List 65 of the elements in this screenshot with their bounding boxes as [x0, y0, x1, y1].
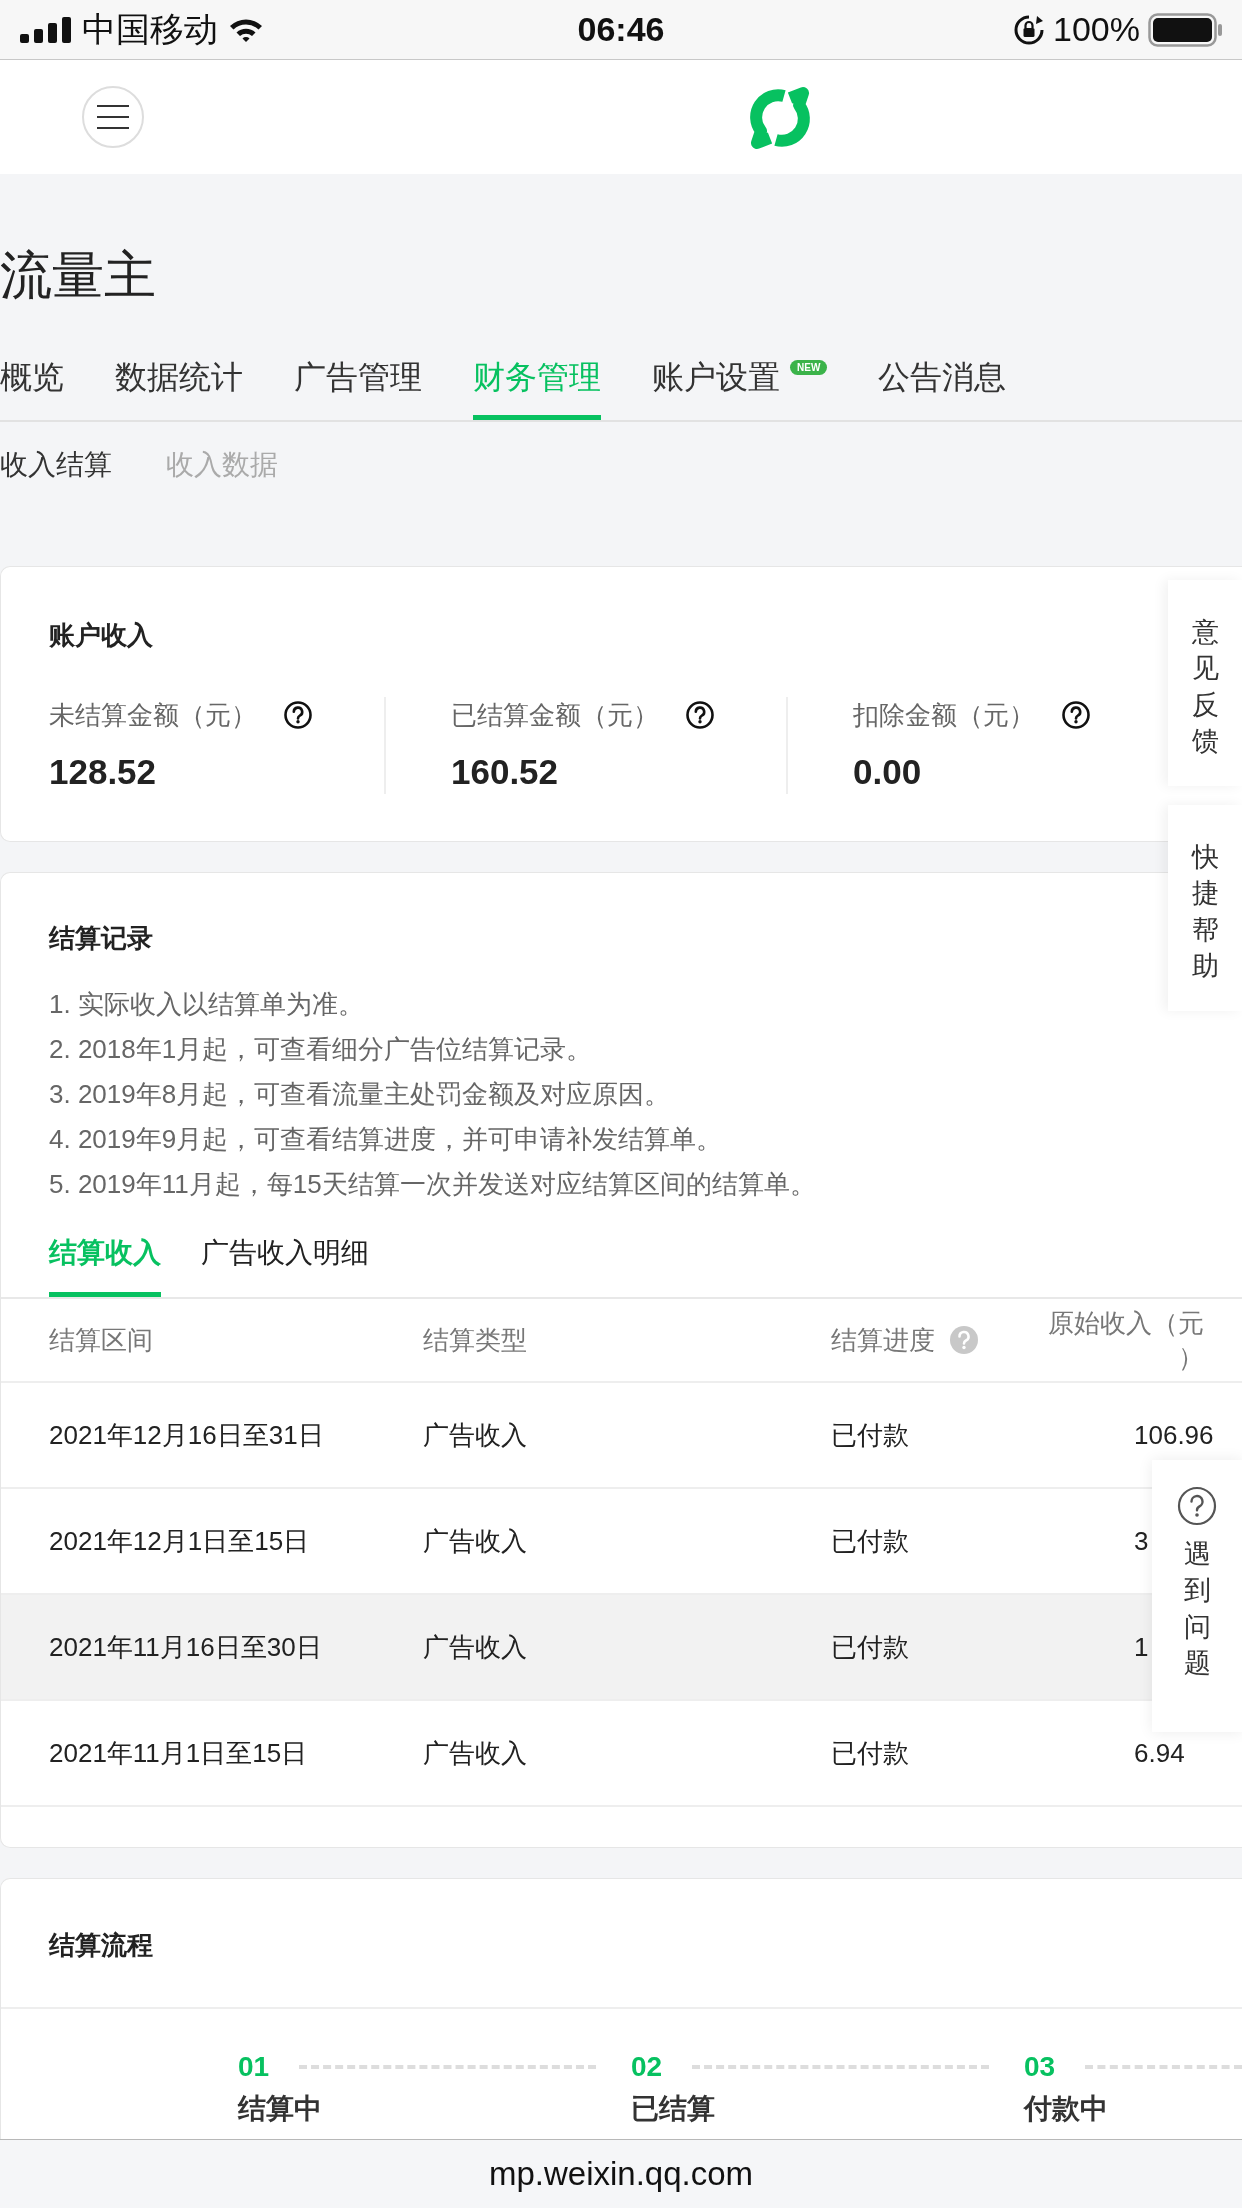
- step-label: 结算中: [238, 2093, 323, 2125]
- metric-value: 160.52: [451, 751, 560, 793]
- help-button[interactable]: 遇到问题: [1152, 1460, 1242, 1732]
- help-icon[interactable]: [685, 700, 715, 730]
- table-cell: 广告收入: [423, 1737, 527, 1768]
- nav-tab[interactable]: 广告管理: [294, 336, 422, 420]
- note-line: 1. 实际收入以结算单为准。: [49, 988, 365, 1021]
- nav-tab[interactable]: 数据统计: [115, 336, 243, 420]
- column-header: 结算区间: [49, 1324, 153, 1357]
- card-title: 结算记录: [47, 922, 153, 955]
- column-header: 结算进度: [831, 1324, 935, 1357]
- table-cell: 2021年12月16日至31日: [49, 1419, 324, 1450]
- table-cell: 1: [1134, 1631, 1149, 1662]
- nav-tab[interactable]: 公告消息: [878, 336, 1007, 420]
- note-line: 3. 2019年8月起，可查看流量主处罚金额及对应原因。: [49, 1078, 672, 1111]
- step-number: 02: [631, 2050, 663, 2084]
- help-icon[interactable]: [1061, 700, 1091, 730]
- help-icon[interactable]: [283, 700, 313, 730]
- side-button[interactable]: 意见反馈: [1168, 580, 1242, 786]
- step-number: 03: [1024, 2050, 1056, 2084]
- table-cell: 广告收入: [423, 1419, 527, 1450]
- table-cell: 2021年11月16日至30日: [49, 1631, 322, 1662]
- new-badge: NEW: [790, 360, 828, 375]
- note-line: 2. 2018年1月起，可查看细分广告位结算记录。: [49, 1033, 594, 1066]
- table-cell: 广告收入: [423, 1525, 527, 1556]
- table-cell: 6.94: [1134, 1737, 1185, 1768]
- table-cell: 2021年11月1日至15日: [49, 1737, 308, 1768]
- step-label: 付款中: [1024, 2093, 1109, 2125]
- side-button[interactable]: 快捷帮助: [1168, 805, 1242, 1011]
- battery-percent: 100%: [1053, 10, 1140, 49]
- metric-label: 已结算金额（元）: [451, 698, 659, 732]
- metric-value: 0.00: [853, 751, 923, 793]
- page-url: mp.weixin.qq.com: [488, 2155, 754, 2193]
- nav-tab[interactable]: 账户设置 NEW: [652, 336, 828, 420]
- table-cell: 广告收入: [423, 1631, 527, 1662]
- record-tab[interactable]: 广告收入明细: [201, 1207, 369, 1297]
- metric-label: 未结算金额（元）: [49, 698, 257, 732]
- carrier-name: 中国移动: [82, 8, 218, 50]
- card-title: 结算流程: [49, 1929, 153, 1962]
- table-cell: 已付款: [831, 1631, 909, 1662]
- table-cell: 106.96: [1134, 1419, 1214, 1450]
- note-line: 5. 2019年11月起，每15天结算一次并发送对应结算区间的结算单。: [49, 1168, 817, 1201]
- battery-icon: [1148, 12, 1224, 47]
- question-icon: [1177, 1486, 1217, 1526]
- table-cell: 已付款: [831, 1737, 909, 1768]
- metric-value: 128.52: [49, 751, 158, 793]
- menu-icon: [96, 104, 130, 130]
- column-header: 结算类型: [423, 1324, 527, 1357]
- table-cell: 2021年12月1日至15日: [49, 1525, 310, 1556]
- table-cell: 3: [1134, 1525, 1149, 1556]
- nav-tab[interactable]: 概览: [0, 336, 64, 420]
- signal-icon: [20, 16, 72, 43]
- note-line: 4. 2019年9月起，可查看结算进度，并可申请补发结算单。: [49, 1123, 724, 1156]
- table-cell: 已付款: [831, 1525, 909, 1556]
- table-cell: 已付款: [831, 1419, 909, 1450]
- table-row[interactable]: 2021年11月16日至30日 广告收入 已付款 1: [1, 1595, 1153, 1701]
- step-number: 01: [238, 2050, 270, 2084]
- column-header: 原始收入（元）: [1047, 1307, 1204, 1374]
- clock-time: 06:46: [577, 10, 665, 48]
- step-label: 已结算: [631, 2093, 716, 2125]
- sub-tab[interactable]: 收入结算: [0, 445, 112, 484]
- rotation-lock-icon: [1013, 13, 1046, 46]
- page-title: 流量主: [0, 245, 157, 305]
- card-title: 账户收入: [49, 619, 153, 652]
- metric-label: 扣除金额（元）: [853, 698, 1035, 732]
